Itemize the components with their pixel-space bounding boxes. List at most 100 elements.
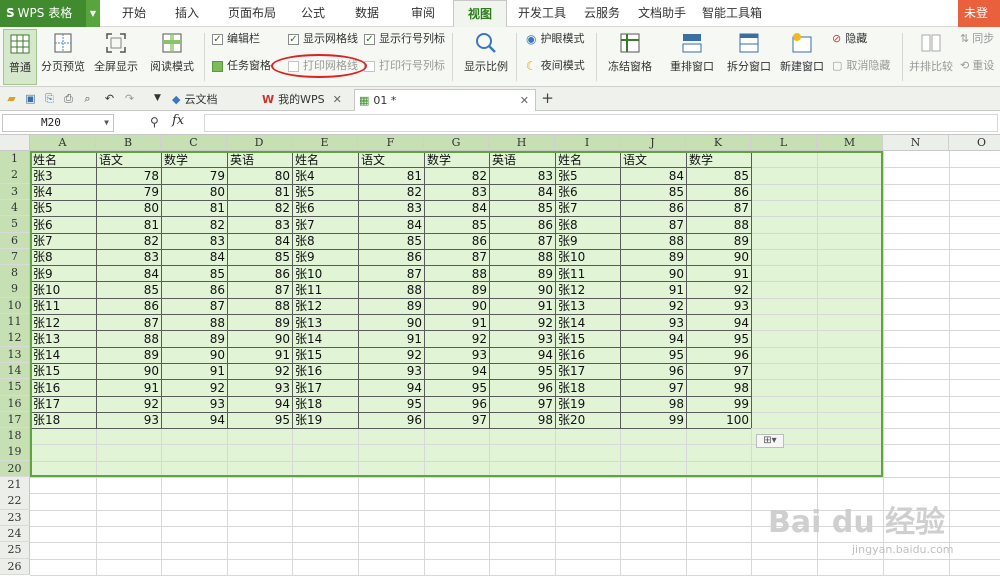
add-tab-icon[interactable]: + xyxy=(540,91,555,106)
row-header[interactable]: 11 xyxy=(0,314,30,331)
reading-mode-button[interactable]: 阅读模式 xyxy=(144,29,200,85)
tab-developer[interactable]: 开发工具 xyxy=(515,0,569,27)
print-headers-checkbox[interactable]: 打印行号列标 xyxy=(364,57,445,75)
row-header[interactable]: 26 xyxy=(0,558,30,575)
row-header[interactable]: 14 xyxy=(0,362,30,380)
column-header[interactable]: N xyxy=(883,135,949,151)
column-header[interactable]: A xyxy=(30,135,96,151)
formula-input[interactable] xyxy=(204,114,998,132)
print-icon[interactable]: ⎙ xyxy=(61,91,76,106)
row-header[interactable]: 13 xyxy=(0,346,30,364)
night-mode-toggle[interactable]: ☾ 夜间模式 xyxy=(526,57,585,75)
task-pane-checkbox[interactable]: 任务窗格 xyxy=(212,57,271,75)
doc-tab-cloud[interactable]: ◆ 云文档 xyxy=(172,89,252,111)
magnifier-icon xyxy=(476,33,496,53)
column-header[interactable]: E xyxy=(292,135,358,151)
row-header[interactable]: 9 xyxy=(0,281,30,298)
new-window-button[interactable]: 新建窗口 xyxy=(777,29,827,85)
row-header[interactable]: 18 xyxy=(0,428,30,445)
export-pdf-icon[interactable]: ⎘ xyxy=(42,91,57,106)
doc-tab-active[interactable]: ▦ 01 * ✕ xyxy=(354,89,536,111)
split-window-button[interactable]: 拆分窗口 xyxy=(726,29,772,85)
row-header[interactable]: 21 xyxy=(0,477,30,494)
row-header[interactable]: 6 xyxy=(0,232,30,249)
chevron-down-icon[interactable]: ▼ xyxy=(86,0,100,27)
normal-view-button[interactable]: 普通 xyxy=(3,29,37,85)
row-header[interactable]: 24 xyxy=(0,525,30,543)
app-menu-button[interactable]: S WPS 表格 ▼ xyxy=(0,0,100,27)
tab-page-layout[interactable]: 页面布局 xyxy=(222,0,282,27)
close-icon[interactable]: ✕ xyxy=(333,90,342,110)
column-header[interactable]: I xyxy=(555,135,620,151)
show-headers-checkbox[interactable]: ✓ 显示行号列标 xyxy=(364,30,445,48)
row-header[interactable]: 17 xyxy=(0,411,30,429)
fullscreen-button[interactable]: 全屏显示 xyxy=(91,29,141,85)
tab-view[interactable]: 视图 xyxy=(453,0,507,27)
close-icon[interactable]: ✕ xyxy=(520,91,529,111)
zoom-icon[interactable]: ⚲ xyxy=(150,115,159,129)
sync-scroll-button[interactable]: ⇅ 同步 xyxy=(960,30,994,48)
open-folder-icon[interactable]: ▰ xyxy=(4,91,19,106)
row-header[interactable]: 7 xyxy=(0,248,30,266)
split-window-label: 拆分窗口 xyxy=(727,60,771,73)
column-header[interactable]: H xyxy=(489,135,555,151)
row-header[interactable]: 23 xyxy=(0,509,30,527)
column-header[interactable]: O xyxy=(949,135,1000,151)
column-header[interactable]: G xyxy=(424,135,489,151)
tab-smart-toolbox[interactable]: 智能工具箱 xyxy=(699,0,765,27)
chevron-down-icon[interactable]: ▼ xyxy=(104,115,109,131)
redo-icon[interactable]: ↷ xyxy=(122,91,137,106)
column-header[interactable]: M xyxy=(817,135,883,151)
unhide-window-button[interactable]: ▢ 取消隐藏 xyxy=(832,57,890,75)
name-box[interactable]: M20 ▼ xyxy=(2,114,114,132)
column-header[interactable]: C xyxy=(161,135,227,151)
row-header[interactable]: 4 xyxy=(0,199,30,217)
save-icon[interactable]: ▣ xyxy=(23,91,38,106)
tab-home[interactable]: 开始 xyxy=(114,0,154,27)
row-header[interactable]: 20 xyxy=(0,460,30,478)
tab-review[interactable]: 审阅 xyxy=(403,0,443,27)
row-header[interactable]: 25 xyxy=(0,542,30,559)
row-header[interactable]: 8 xyxy=(0,265,30,282)
hide-window-button[interactable]: ⊘ 隐藏 xyxy=(832,30,867,48)
show-gridlines-checkbox[interactable]: ✓ 显示网格线 xyxy=(288,30,358,48)
row-header[interactable]: 15 xyxy=(0,379,30,396)
side-by-side-button[interactable]: 并排比较 xyxy=(908,29,954,85)
paste-options-icon[interactable]: ⊞▾ xyxy=(756,434,784,448)
row-header[interactable]: 19 xyxy=(0,444,30,461)
column-header[interactable]: J xyxy=(620,135,686,151)
eye-protection-toggle[interactable]: ◉ 护眼模式 xyxy=(526,30,584,48)
row-header[interactable]: 5 xyxy=(0,216,30,233)
arrange-windows-button[interactable]: 重排窗口 xyxy=(663,29,721,85)
column-header[interactable]: D xyxy=(227,135,292,151)
tab-doc-assistant[interactable]: 文档助手 xyxy=(634,0,690,27)
login-button[interactable]: 未登 xyxy=(958,0,1000,27)
row-header[interactable]: 16 xyxy=(0,395,30,412)
undo-icon[interactable]: ↶ xyxy=(102,91,117,106)
freeze-panes-button[interactable]: 冻结窗格 xyxy=(602,29,658,85)
row-header[interactable]: 12 xyxy=(0,330,30,347)
row-header[interactable]: 22 xyxy=(0,493,30,510)
new-window-icon xyxy=(792,33,812,53)
tab-formulas[interactable]: 公式 xyxy=(293,0,333,27)
column-header[interactable]: K xyxy=(686,135,751,151)
customize-toolbar-icon[interactable]: ▼ xyxy=(150,91,165,106)
tab-cloud-service[interactable]: 云服务 xyxy=(579,0,625,27)
column-header[interactable]: B xyxy=(96,135,161,151)
row-header[interactable]: 10 xyxy=(0,297,30,315)
row-header[interactable]: 1 xyxy=(0,151,30,168)
select-all-corner[interactable] xyxy=(0,135,30,151)
doc-tab-mywps[interactable]: W 我的WPS ✕ xyxy=(262,89,358,111)
column-header[interactable]: L xyxy=(751,135,817,151)
column-header[interactable]: F xyxy=(358,135,424,151)
row-header[interactable]: 2 xyxy=(0,167,30,184)
row-header[interactable]: 3 xyxy=(0,183,30,201)
edit-bar-checkbox[interactable]: ✓ 编辑栏 xyxy=(212,30,260,48)
zoom-button[interactable]: 显示比例 xyxy=(461,29,511,85)
page-break-preview-button[interactable]: 分页预览 xyxy=(39,29,87,85)
fx-icon[interactable]: fx xyxy=(172,113,184,128)
reset-position-button[interactable]: ⟲ 重设 xyxy=(960,57,994,75)
tab-data[interactable]: 数据 xyxy=(347,0,387,27)
tab-insert[interactable]: 插入 xyxy=(167,0,207,27)
print-preview-icon[interactable]: ⌕ xyxy=(80,91,95,106)
